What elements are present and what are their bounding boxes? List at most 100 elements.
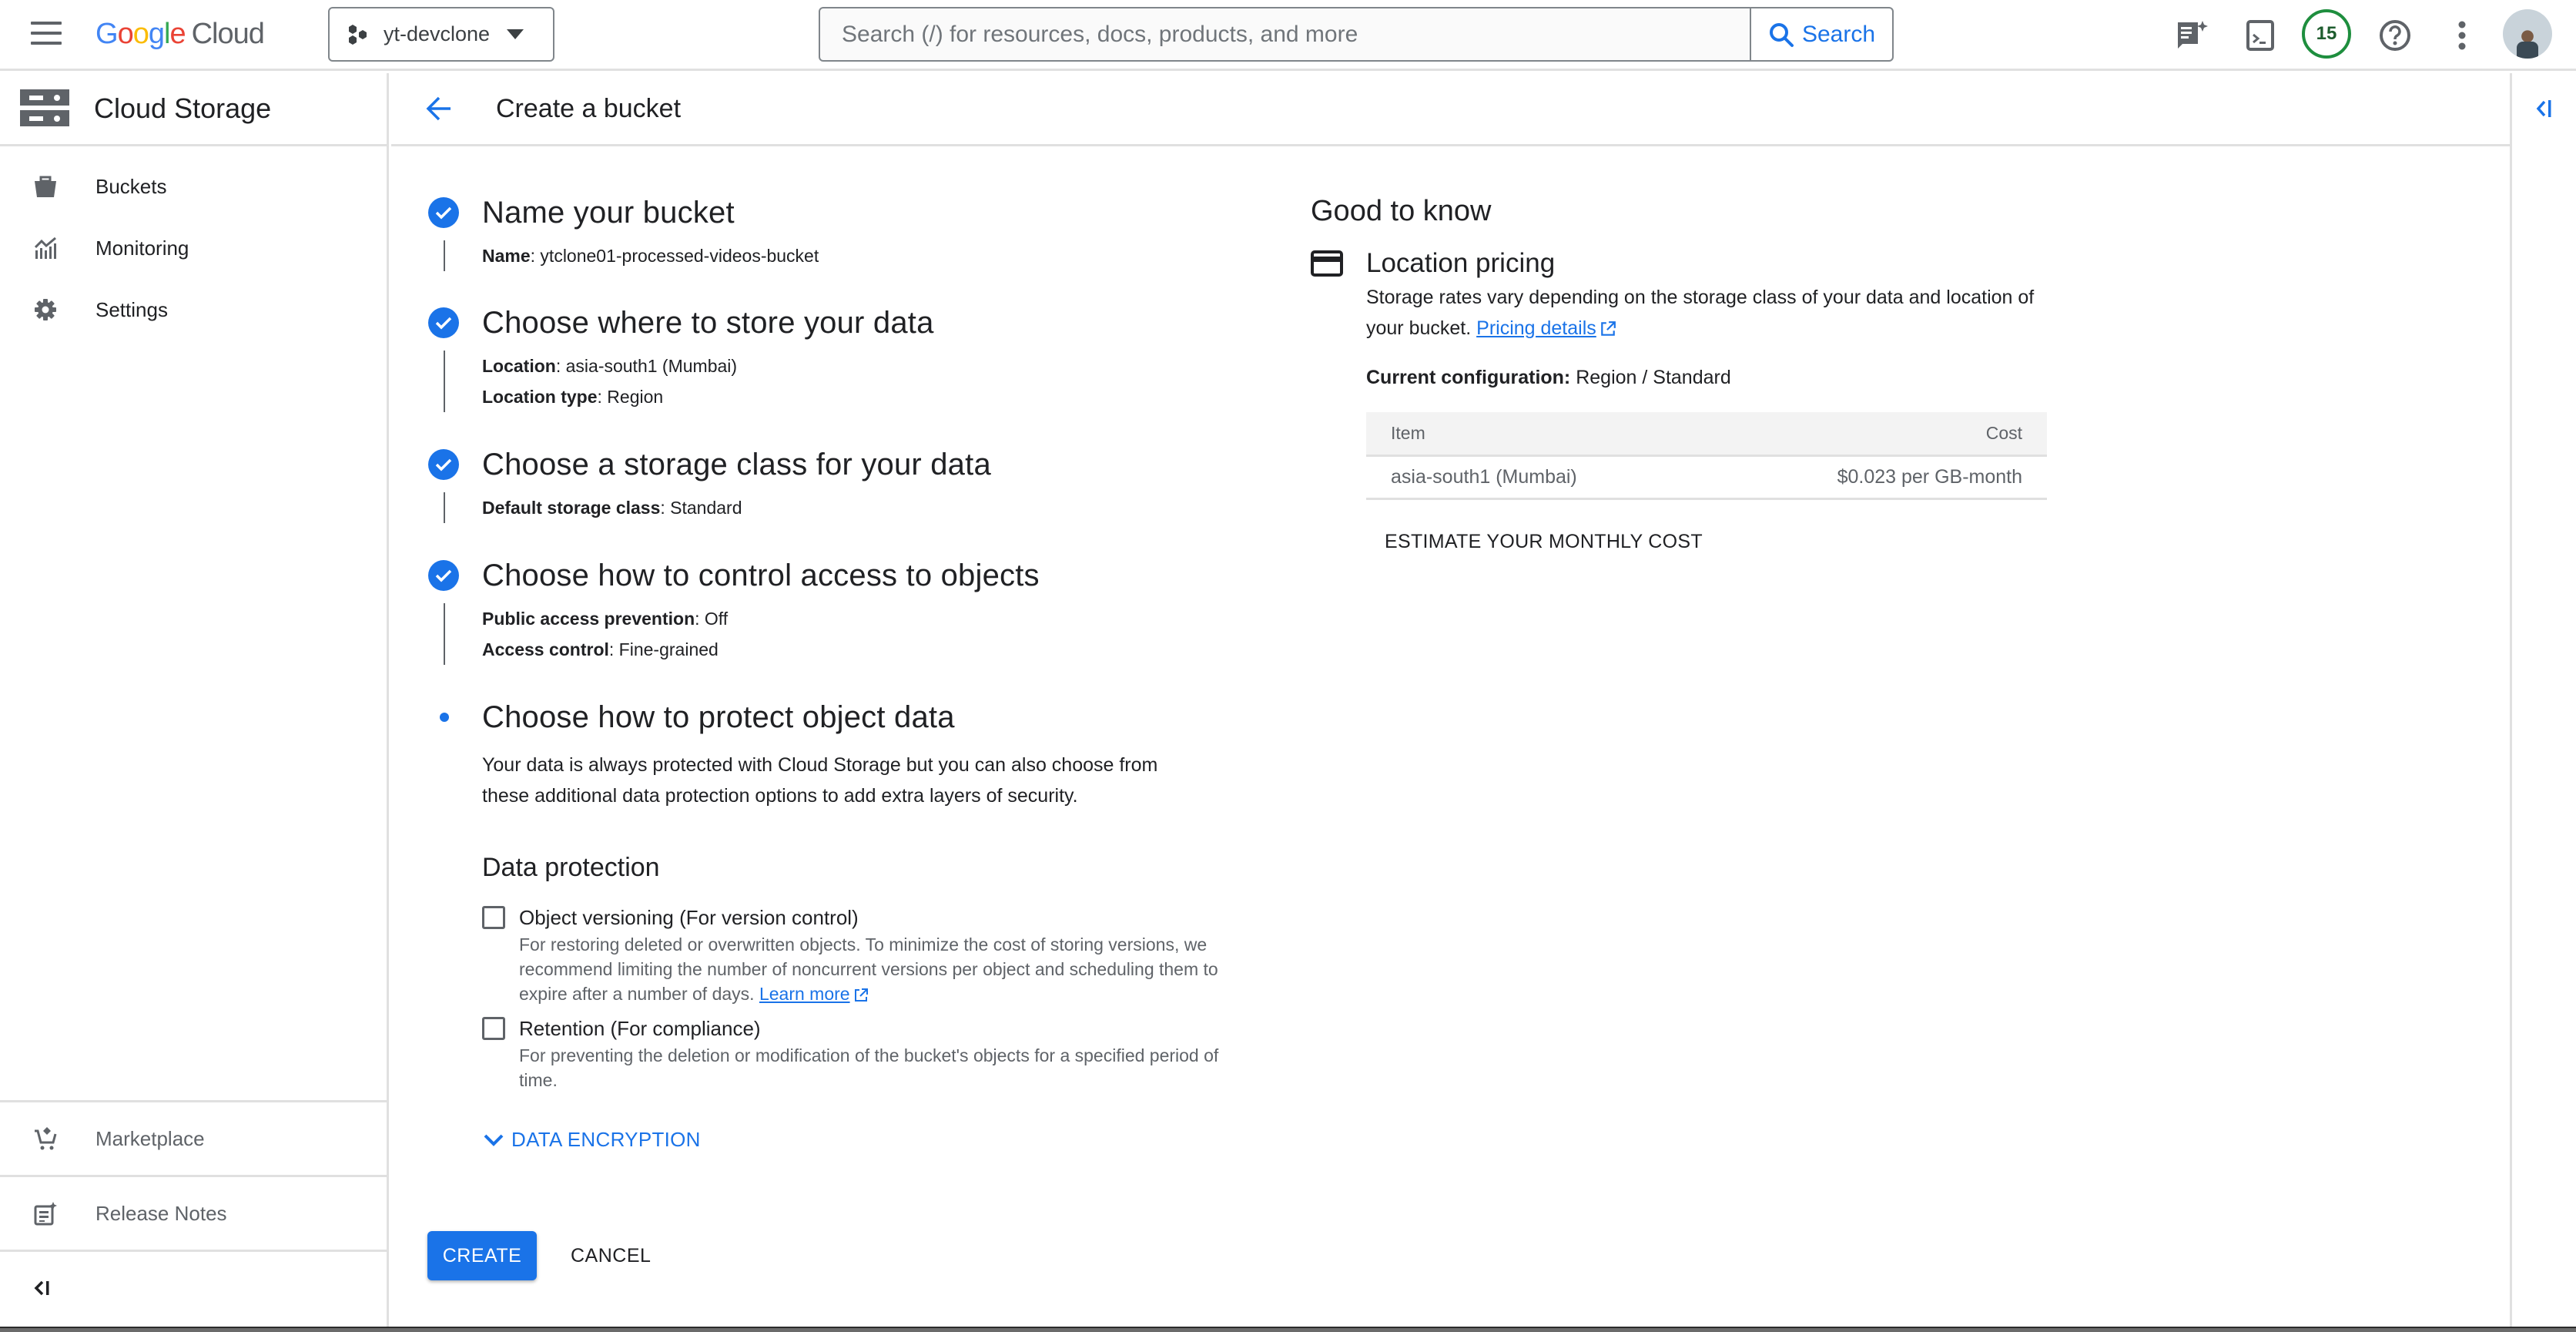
- cell-item: asia-south1 (Mumbai): [1366, 455, 1707, 500]
- sidebar-item-settings[interactable]: Settings: [0, 279, 387, 341]
- checkbox-label[interactable]: Retention (For compliance): [519, 1014, 1244, 1043]
- logo-letter: g: [148, 18, 165, 50]
- project-icon: [349, 24, 367, 45]
- step-title: Choose how to protect object data: [482, 700, 955, 734]
- sidebar-item-label: Release Notes: [95, 1201, 227, 1225]
- step-storage-class[interactable]: Choose a storage class for your data Def…: [428, 437, 1244, 548]
- checkbox-label[interactable]: Object versioning (For version control): [519, 903, 1244, 932]
- step-title: Choose where to store your data: [482, 306, 934, 340]
- step-name-bucket[interactable]: Name your bucket Name: ytclone01-process…: [428, 185, 1244, 295]
- release-notes-icon: [34, 1202, 57, 1226]
- summary-key: Location: [482, 356, 556, 376]
- sidebar-item-buckets[interactable]: Buckets: [0, 156, 387, 217]
- logo-letter: e: [169, 18, 186, 50]
- notifications-badge[interactable]: 15: [2302, 9, 2351, 59]
- retention-checkbox[interactable]: [482, 1017, 505, 1040]
- monitoring-icon: [34, 237, 57, 260]
- arrow-back-icon: [426, 96, 451, 121]
- checkbox-description: For restoring deleted or overwritten obj…: [519, 932, 1228, 1006]
- gemini-notes-icon[interactable]: [2173, 17, 2210, 54]
- help-icon[interactable]: [2377, 17, 2414, 54]
- data-encryption-toggle[interactable]: DATA ENCRYPTION: [482, 1128, 1244, 1152]
- create-button[interactable]: CREATE: [427, 1231, 537, 1280]
- chevron-down-icon: [484, 1134, 504, 1146]
- table-row: asia-south1 (Mumbai) $0.023 per GB-month: [1366, 455, 2047, 500]
- step-title: Choose how to control access to objects: [482, 559, 1040, 592]
- search-button[interactable]: Search: [1750, 8, 1892, 60]
- option-object-versioning: Object versioning (For version control) …: [482, 903, 1244, 1006]
- option-retention: Retention (For compliance) For preventin…: [482, 1014, 1244, 1092]
- pricing-description-text: Storage rates vary depending on the stor…: [1366, 287, 2035, 339]
- summary-key: Location type: [482, 387, 598, 407]
- sidebar-item-label: Monitoring: [95, 236, 189, 260]
- pricing-details-link[interactable]: Pricing details: [1476, 317, 1596, 339]
- check-circle-icon: [428, 197, 459, 228]
- config-value: Region / Standard: [1570, 367, 1731, 388]
- estimate-monthly-cost-button[interactable]: ESTIMATE YOUR MONTHLY COST: [1385, 531, 1703, 553]
- external-link-icon: [1600, 321, 1616, 337]
- sidebar-item-label: Settings: [95, 297, 168, 321]
- avatar[interactable]: [2503, 9, 2552, 59]
- bucket-icon: [34, 175, 57, 198]
- step-access-control[interactable]: Choose how to control access to objects …: [428, 548, 1244, 689]
- logo-product: Cloud: [191, 18, 265, 50]
- marketplace-cart-icon: [34, 1127, 57, 1150]
- collapse-left-icon: [2536, 100, 2551, 117]
- learn-more-link[interactable]: Learn more: [759, 984, 850, 1004]
- google-cloud-logo[interactable]: Google Cloud: [95, 15, 265, 52]
- summary-value: : Fine-grained: [608, 639, 719, 659]
- gear-icon: [34, 298, 57, 321]
- cancel-button[interactable]: CANCEL: [563, 1231, 658, 1280]
- location-pricing-title: Location pricing: [1366, 248, 1556, 278]
- back-button[interactable]: [420, 90, 457, 127]
- summary-line: Access control: Fine-grained: [482, 634, 1244, 665]
- check-circle-icon: [428, 560, 459, 591]
- top-bar: GoogleCloud yt-devclone Search 15: [0, 0, 2576, 71]
- project-picker[interactable]: yt-devclone: [328, 7, 554, 62]
- pricing-description: Storage rates vary depending on the stor…: [1366, 282, 2052, 344]
- page-title: Create a bucket: [496, 93, 682, 123]
- column-header-item: Item: [1366, 412, 1707, 457]
- summary-value: : Off: [695, 609, 729, 629]
- step-description: Your data is always protected with Cloud…: [482, 754, 1158, 807]
- project-name: yt-devclone: [384, 22, 491, 45]
- create-bucket-stepper: Name your bucket Name: ytclone01-process…: [428, 185, 1244, 1152]
- step-summary: Name: ytclone01-processed-videos-bucket: [444, 240, 1244, 271]
- object-versioning-checkbox[interactable]: [482, 906, 505, 929]
- search-input[interactable]: [820, 8, 1750, 60]
- right-rail: [2510, 73, 2576, 1327]
- cloud-storage-icon: [20, 89, 69, 126]
- search-button-label: Search: [1801, 21, 1876, 47]
- summary-key: Default storage class: [482, 498, 661, 518]
- current-configuration: Current configuration: Region / Standard: [1366, 367, 2052, 389]
- table-header-row: Item Cost: [1366, 412, 2047, 457]
- more-vert-icon[interactable]: [2444, 17, 2481, 54]
- expand-label: DATA ENCRYPTION: [511, 1128, 701, 1151]
- window-bottom-edge: [0, 1327, 2576, 1332]
- logo-letter: o: [132, 18, 149, 50]
- option-description-text: For restoring deleted or overwritten obj…: [519, 934, 1218, 1004]
- sidebar-item-marketplace[interactable]: Marketplace: [0, 1100, 387, 1175]
- summary-line: Public access prevention: Off: [482, 603, 1244, 634]
- cloud-shell-icon[interactable]: [2242, 17, 2279, 54]
- summary-key: Name: [482, 246, 531, 266]
- summary-value: : asia-south1 (Mumbai): [555, 356, 738, 376]
- collapse-sidebar-button[interactable]: [0, 1250, 387, 1324]
- sidebar-item-release-notes[interactable]: Release Notes: [0, 1175, 387, 1250]
- sidebar-item-label: Buckets: [95, 174, 167, 198]
- expand-panel-button[interactable]: [2529, 93, 2560, 124]
- check-circle-icon: [428, 307, 459, 338]
- step-summary: Default storage class: Standard: [444, 492, 1244, 523]
- search-icon: [1769, 22, 1794, 47]
- sidebar-item-monitoring[interactable]: Monitoring: [0, 217, 387, 279]
- step-summary: Public access prevention: Off Access con…: [444, 603, 1244, 665]
- summary-value: : Region: [597, 387, 664, 407]
- menu-icon[interactable]: [31, 22, 62, 48]
- form-actions: CREATE CANCEL: [427, 1231, 658, 1280]
- search-box: Search: [819, 7, 1894, 62]
- collapse-left-icon: [34, 1280, 49, 1295]
- page-header: Create a bucket: [391, 73, 2510, 146]
- step-title: Name your bucket: [482, 196, 735, 230]
- credit-card-icon: [1311, 250, 1343, 277]
- step-location[interactable]: Choose where to store your data Location…: [428, 295, 1244, 437]
